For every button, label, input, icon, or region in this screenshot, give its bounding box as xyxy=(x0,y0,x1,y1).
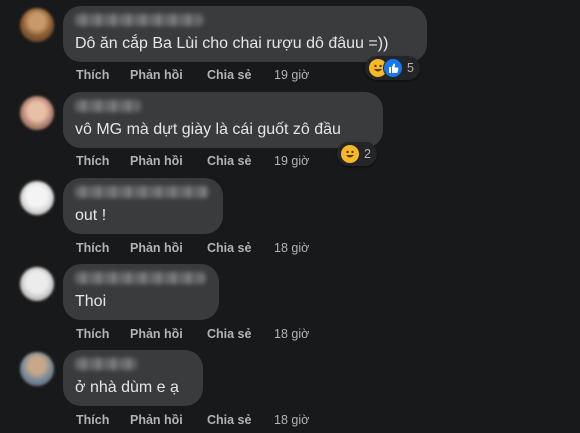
comment-thread: Dô ăn cắp Ba Lùi cho chai rượu dô đâuu =… xyxy=(0,0,580,433)
reply-button[interactable]: Phản hồi xyxy=(130,325,183,343)
comment-text: Thoi xyxy=(75,293,107,310)
comment-bubble: Thoi xyxy=(63,264,219,320)
commenter-name-blurred[interactable] xyxy=(75,186,209,198)
comment-text: ở nhà dùm e ạ xyxy=(75,379,179,396)
reaction-count: 5 xyxy=(407,61,414,75)
like-button[interactable]: Thích xyxy=(76,411,109,429)
like-button[interactable]: Thích xyxy=(76,239,109,257)
avatar[interactable] xyxy=(20,267,54,301)
share-button[interactable]: Chia sẻ xyxy=(207,325,251,343)
comment-timestamp[interactable]: 19 giờ xyxy=(274,152,309,170)
haha-icon xyxy=(340,144,360,164)
comment-text: vô MG mà dựt giày là cái guốt zô đầu xyxy=(75,121,341,138)
comment-timestamp[interactable]: 18 giờ xyxy=(274,239,309,257)
avatar[interactable] xyxy=(20,181,54,215)
like-icon xyxy=(383,58,403,78)
share-button[interactable]: Chia sẻ xyxy=(207,66,251,84)
avatar[interactable] xyxy=(20,8,54,42)
comment-timestamp[interactable]: 18 giờ xyxy=(274,411,309,429)
comment-text: out ! xyxy=(75,207,107,224)
reply-button[interactable]: Phản hồi xyxy=(130,411,183,429)
comment-bubble: Dô ăn cắp Ba Lùi cho chai rượu dô đâuu =… xyxy=(63,6,427,62)
share-button[interactable]: Chia sẻ xyxy=(207,152,251,170)
comment-bubble: ở nhà dùm e ạ xyxy=(63,350,203,406)
like-button[interactable]: Thích xyxy=(76,66,109,84)
reaction-count: 2 xyxy=(364,147,371,161)
share-button[interactable]: Chia sẻ xyxy=(207,239,251,257)
share-button[interactable]: Chia sẻ xyxy=(207,411,251,429)
like-button[interactable]: Thích xyxy=(76,152,109,170)
commenter-name-blurred[interactable] xyxy=(75,100,141,112)
avatar[interactable] xyxy=(20,96,54,130)
comment-bubble: vô MG mà dựt giày là cái guốt zô đầu xyxy=(63,92,383,148)
avatar[interactable] xyxy=(20,352,54,386)
reply-button[interactable]: Phản hồi xyxy=(130,152,183,170)
comment-text: Dô ăn cắp Ba Lùi cho chai rượu dô đâuu =… xyxy=(75,35,389,52)
reply-button[interactable]: Phản hồi xyxy=(130,66,183,84)
commenter-name-blurred[interactable] xyxy=(75,358,137,370)
reaction-summary[interactable]: 5 xyxy=(365,56,420,80)
commenter-name-blurred[interactable] xyxy=(75,14,203,26)
like-button[interactable]: Thích xyxy=(76,325,109,343)
commenter-name-blurred[interactable] xyxy=(75,272,205,284)
comment-timestamp[interactable]: 19 giờ xyxy=(274,66,309,84)
reply-button[interactable]: Phản hồi xyxy=(130,239,183,257)
comment-bubble: out ! xyxy=(63,178,223,234)
comment-timestamp[interactable]: 18 giờ xyxy=(274,325,309,343)
reaction-summary[interactable]: 2 xyxy=(337,142,377,166)
